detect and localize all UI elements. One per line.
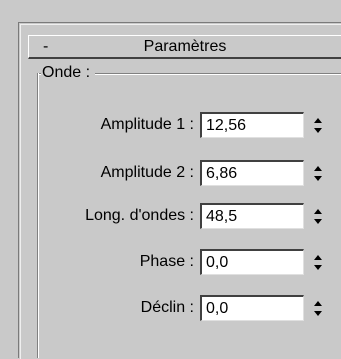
amplitude-2-spinner[interactable] xyxy=(311,163,325,185)
rollout-title: Paramètres xyxy=(143,38,227,55)
amplitude-1-spinner[interactable] xyxy=(311,115,325,137)
param-row-wavelength: Long. d'ondes : xyxy=(0,200,341,230)
param-row-phase: Phase : xyxy=(0,246,341,276)
spinner-up-icon[interactable] xyxy=(311,163,325,174)
spinner-up-icon[interactable] xyxy=(311,206,325,217)
wavelength-field[interactable] xyxy=(200,203,304,229)
spinner-down-icon[interactable] xyxy=(311,263,325,274)
spinner-up-icon[interactable] xyxy=(311,115,325,126)
decay-spinner[interactable] xyxy=(311,298,325,320)
phase-spinner[interactable] xyxy=(311,252,325,274)
spinner-down-icon[interactable] xyxy=(311,126,325,137)
amplitude-2-field[interactable] xyxy=(200,160,304,186)
amplitude-1-field[interactable] xyxy=(200,112,304,138)
param-row-amplitude-2: Amplitude 2 : xyxy=(0,157,341,187)
spinner-down-icon[interactable] xyxy=(311,174,325,185)
param-row-amplitude-1: Amplitude 1 : xyxy=(0,109,341,139)
amplitude-1-label: Amplitude 1 : xyxy=(100,116,194,133)
decay-label: Déclin : xyxy=(140,299,194,316)
phase-label: Phase : xyxy=(139,253,194,270)
top-strip xyxy=(0,0,341,22)
decay-field[interactable] xyxy=(200,295,304,321)
wavelength-label: Long. d'ondes : xyxy=(85,207,194,224)
spinner-down-icon[interactable] xyxy=(311,309,325,320)
wave-group-label: Onde : xyxy=(41,63,96,83)
phase-field[interactable] xyxy=(200,249,304,275)
spinner-up-icon[interactable] xyxy=(311,298,325,309)
amplitude-2-label: Amplitude 2 : xyxy=(100,164,194,181)
wavelength-spinner[interactable] xyxy=(311,206,325,228)
spinner-down-icon[interactable] xyxy=(311,217,325,228)
param-row-decay: Déclin : xyxy=(0,292,341,322)
rollout-title-bar[interactable]: - Paramètres xyxy=(28,35,341,59)
spinner-up-icon[interactable] xyxy=(311,252,325,263)
